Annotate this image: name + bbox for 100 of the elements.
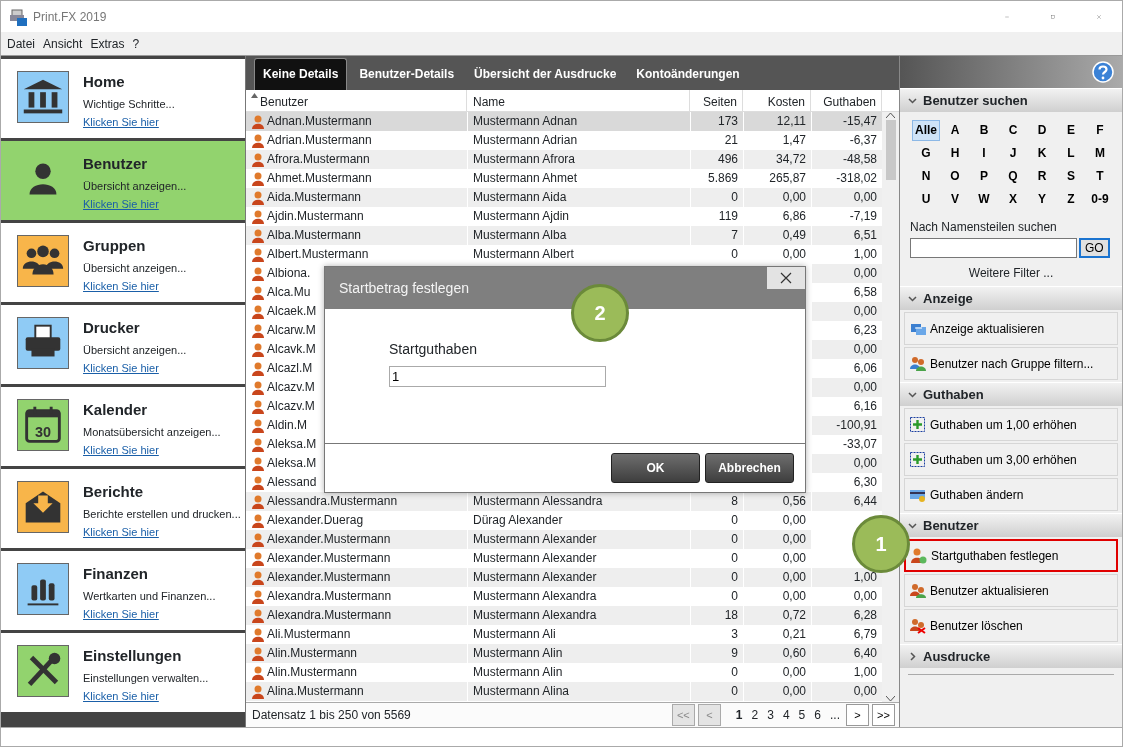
menu-item[interactable]: Ansicht — [43, 34, 83, 53]
action-button[interactable]: Benutzer nach Gruppe filtern... — [904, 347, 1118, 380]
letter-filter[interactable]: C — [999, 120, 1027, 141]
cancel-button[interactable]: Abbrechen — [705, 453, 794, 483]
table-cell[interactable]: Ali.Mustermann — [246, 625, 467, 644]
table-cell[interactable]: Alexander.Mustermann — [246, 530, 467, 549]
letter-filter[interactable]: F — [1086, 120, 1114, 141]
letter-filter[interactable]: Q — [999, 166, 1027, 187]
table-cell[interactable]: Alca.Mu — [267, 283, 311, 302]
section-header[interactable]: Benutzer — [900, 513, 1122, 537]
nav-item[interactable]: Einstellungen Einstellungen verwalten... Klicken Sie hier — [1, 633, 245, 712]
tab[interactable]: Benutzer-Details — [351, 59, 463, 90]
action-button[interactable]: Guthaben um 3,00 erhöhen — [904, 443, 1118, 476]
letter-filter[interactable]: D — [1028, 120, 1056, 141]
link[interactable]: Klicken Sie hier — [83, 277, 159, 294]
action-button[interactable]: Benutzer löschen — [904, 609, 1118, 642]
table-cell[interactable]: Aida.Mustermann — [246, 188, 467, 207]
table-cell[interactable]: Alin.Mustermann — [246, 644, 467, 663]
link[interactable]: Klicken Sie hier — [83, 195, 159, 212]
table-cell[interactable]: Alessand — [267, 473, 317, 492]
letter-filter[interactable]: T — [1086, 166, 1114, 187]
table-cell[interactable]: Alexandra.Mustermann — [246, 587, 467, 606]
table-cell[interactable]: Alexander.Mustermann — [246, 549, 467, 568]
letter-filter[interactable]: G — [912, 143, 940, 164]
menu-item[interactable]: Datei — [7, 34, 35, 53]
table-cell[interactable]: Aldin.M — [267, 416, 307, 435]
scrollbar-thumb[interactable] — [885, 120, 896, 180]
letter-filter[interactable]: L — [1057, 143, 1085, 164]
section-header[interactable]: Guthaben — [900, 382, 1122, 406]
link[interactable]: Klicken Sie hier — [83, 605, 159, 622]
letter-filter[interactable]: S — [1057, 166, 1085, 187]
link[interactable]: Klicken Sie hier — [83, 359, 159, 376]
action-button[interactable]: Guthaben um 1,00 erhöhen — [904, 408, 1118, 441]
action-button[interactable]: Guthaben ändern — [904, 478, 1118, 511]
link[interactable]: Klicken Sie hier — [83, 113, 159, 130]
search-field[interactable] — [910, 238, 1077, 258]
letter-filter[interactable]: X — [999, 189, 1027, 210]
letter-filter[interactable]: E — [1057, 120, 1085, 141]
tab[interactable]: Übersicht der Ausdrucke — [466, 59, 625, 90]
table-cell[interactable]: Alessandra.Mustermann — [246, 492, 467, 511]
letter-filter[interactable]: A — [941, 120, 969, 141]
table-cell[interactable]: Ajdin.Mustermann — [246, 207, 467, 226]
filter-link[interactable]: Weitere Filter ... — [968, 264, 1054, 282]
section-header[interactable]: Benutzer suchen — [900, 88, 1122, 112]
nav-item[interactable]: Gruppen Übersicht anzeigen... Klicken Sie hier — [1, 223, 245, 302]
letter-filter[interactable]: Z — [1057, 189, 1085, 210]
table-cell[interactable]: Alcazl.M — [267, 359, 313, 378]
letter-filter[interactable]: K — [1028, 143, 1056, 164]
table-cell[interactable]: Alina.Mustermann — [246, 682, 467, 701]
letter-filter[interactable]: V — [941, 189, 969, 210]
table-cell[interactable]: Aleksa.M — [267, 454, 317, 473]
menu-item[interactable]: Extras — [90, 34, 125, 53]
link[interactable]: Klicken Sie hier — [83, 687, 159, 704]
letter-filter[interactable]: Alle — [912, 120, 940, 141]
table-cell[interactable]: Alcaek.M — [267, 302, 317, 321]
page-link[interactable]: 2 — [748, 706, 762, 724]
table-cell[interactable]: Albert.Mustermann — [246, 245, 467, 264]
page-link[interactable]: 1 — [732, 706, 746, 724]
page-link[interactable]: 6 — [811, 706, 824, 724]
nav-item[interactable]: 30 Kalender Monatsübersicht anzeigen... Klicken Sie hier — [1, 387, 245, 466]
table-cell[interactable]: Alexander.Duerag — [246, 511, 467, 530]
close-button[interactable] — [767, 267, 805, 289]
nav-item[interactable]: Home Wichtige Schritte... Klicken Sie hier — [1, 59, 245, 138]
page-link[interactable]: 5 — [795, 706, 809, 724]
letter-filter[interactable]: M — [1086, 143, 1114, 164]
section-header[interactable]: Anzeige — [900, 286, 1122, 310]
table-cell[interactable]: Afrora.Mustermann — [246, 150, 467, 169]
table-cell[interactable]: Alcazv.M — [267, 378, 315, 397]
page-link[interactable]: 4 — [779, 706, 793, 724]
letter-filter[interactable]: B — [970, 120, 998, 141]
table-cell[interactable]: Albiona. — [267, 264, 311, 283]
go-button[interactable]: GO — [1079, 238, 1110, 258]
table-cell[interactable]: Alcazv.M — [267, 397, 315, 416]
tab[interactable]: Keine Details — [254, 58, 348, 90]
table-cell[interactable]: Alcavk.M — [267, 340, 316, 359]
menu-item[interactable]: ? — [132, 34, 140, 53]
table-cell[interactable]: Adnan.Mustermann — [246, 112, 467, 131]
nav-item[interactable]: Berichte Berichte erstellen und drucken... Klicken Sie hier — [1, 469, 245, 548]
action-button[interactable]: Benutzer aktualisieren — [904, 574, 1118, 607]
letter-filter[interactable]: R — [1028, 166, 1056, 187]
letter-filter[interactable]: I — [970, 143, 998, 164]
letter-filter[interactable]: N — [912, 166, 940, 187]
table-cell[interactable]: Aleksa.M — [267, 435, 317, 454]
action-button[interactable]: Anzeige aktualisieren — [904, 312, 1118, 345]
letter-filter[interactable]: O — [941, 166, 969, 187]
table-cell[interactable]: Alexander.Mustermann — [246, 568, 467, 587]
action-button[interactable]: Startguthaben festlegen — [904, 539, 1118, 572]
letter-filter[interactable]: H — [941, 143, 969, 164]
nav-item[interactable]: Drucker Übersicht anzeigen... Klicken Sie hier — [1, 305, 245, 384]
letter-filter[interactable]: J — [999, 143, 1027, 164]
letter-filter[interactable]: 0-9 — [1086, 189, 1114, 210]
next-page-button[interactable]: > — [846, 704, 869, 726]
help-icon[interactable] — [1092, 61, 1114, 83]
letter-filter[interactable]: P — [970, 166, 998, 187]
nav-item[interactable]: Finanzen Wertkarten und Finanzen... Klicken Sie hier — [1, 551, 245, 630]
letter-filter[interactable]: U — [912, 189, 940, 210]
table-cell[interactable]: Adrian.Mustermann — [246, 131, 467, 150]
nav-item[interactable]: Benutzer Übersicht anzeigen... Klicken Sie hier — [1, 141, 245, 220]
link[interactable]: Klicken Sie hier — [83, 441, 159, 458]
table-cell[interactable]: Alba.Mustermann — [246, 226, 467, 245]
